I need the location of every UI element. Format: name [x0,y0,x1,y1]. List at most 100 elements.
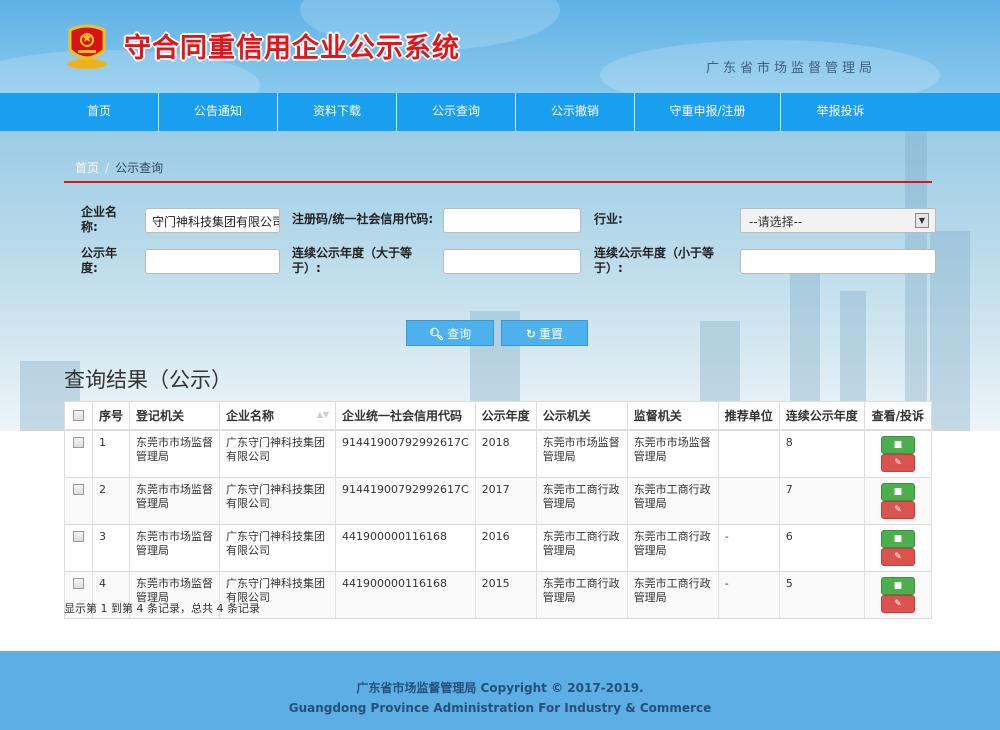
dropdown-arrow-icon[interactable]: ▼ [915,213,929,228]
complaint-button[interactable]: ✎ [880,547,915,566]
nav-item-downloads[interactable]: 资料下载 [278,93,397,131]
cell-recommender [717,429,780,478]
consecutive-max-input[interactable] [740,249,936,274]
cell-year: 2015 [474,570,537,619]
nav-item-public-revoke[interactable]: 公示撤销 [516,93,635,131]
breadcrumb-current: 公示查询 [115,161,164,175]
cell-company: 广东守门神科技集团有限公司 [219,476,337,525]
cell-code: 91441900792992617C [335,429,476,478]
col-header-year: 公示年度 [474,401,537,431]
view-button[interactable]: ■ [880,576,915,595]
cell-reg-org: 东莞市市场监督管理局 [129,476,221,525]
row-checkbox[interactable] [73,484,84,495]
reset-button-label: 重置 [539,327,564,341]
col-header-code: 企业统一社会信用代码 [335,401,476,431]
row-checkbox[interactable] [73,437,84,448]
credit-code-input[interactable] [443,208,581,233]
nav-item-notices[interactable]: 公告通知 [159,93,278,131]
site-footer: 广东省市场监督管理局 Copyright © 2017-2019. Guangd… [0,651,1000,730]
complaint-button[interactable]: ✎ [880,594,915,613]
cell-year: 2017 [474,476,537,525]
cell-pub-org: 东莞市工商行政管理局 [535,570,628,619]
user-card-icon: ■ [893,486,903,497]
cell-recommender: - [717,523,780,572]
cell-consecutive: 7 [778,476,865,525]
consecutive-min-input[interactable] [443,249,581,274]
cell-consecutive: 8 [778,429,865,478]
view-button[interactable]: ■ [880,529,915,548]
row-checkbox-cell [64,476,93,525]
cell-year: 2018 [474,429,537,478]
footer-copyright: 广东省市场监督管理局 Copyright © 2017-2019. [356,681,644,695]
cell-no: 1 [91,429,131,478]
results-title: 查询结果（公示） [64,368,232,392]
col-header-consecutive: 连续公示年度 [778,401,865,431]
cell-pub-org: 东莞市工商行政管理局 [535,476,628,525]
row-checkbox-cell [64,429,93,478]
search-button[interactable]: 🔍︎ 查询 [406,320,494,346]
user-card-icon: ■ [893,533,903,544]
col-header-company[interactable]: 企业名称 ▲▼ [219,401,337,431]
main-nav: 首页 公告通知 资料下载 公示查询 公示撤销 守重申报/注册 举报投诉 [0,93,1000,131]
row-checkbox[interactable] [73,531,84,542]
user-card-icon: ■ [893,580,903,591]
results-table: 序号 登记机关 企业名称 ▲▼ 企业统一社会信用代码 公示年度 公示机关 监督机关… [64,401,933,619]
table-row: 2 东莞市市场监督管理局 广东守门神科技集团有限公司 9144190079299261… [64,476,933,525]
divider-line [64,181,932,183]
row-checkbox[interactable] [73,578,84,589]
public-year-label: 公示年度: [81,246,118,275]
col-header-sup-org: 监督机关 [626,401,719,431]
select-all-header [64,401,93,431]
nav-item-report-complaint[interactable]: 举报投诉 [781,93,900,131]
site-header: 守合同重信用企业公示系统 广东省市场监督管理局 [0,0,1000,93]
cell-sup-org: 东莞市工商行政管理局 [626,523,719,572]
public-year-input[interactable] [145,249,280,274]
nav-item-apply-register[interactable]: 守重申报/注册 [635,93,781,131]
cell-sup-org: 东莞市工商行政管理局 [626,570,719,619]
refresh-icon: ↻ [525,327,537,341]
table-header-row: 序号 登记机关 企业名称 ▲▼ 企业统一社会信用代码 公示年度 公示机关 监督机关… [64,401,933,431]
consecutive-max-label: 连续公示年度（小于等于）: [594,246,715,275]
company-name-input[interactable]: 守门神科技集团有限公司 [145,208,280,233]
breadcrumb-home[interactable]: 首页 [75,161,99,175]
cell-company: 广东守门神科技集团有限公司 [219,429,337,478]
complaint-button[interactable]: ✎ [880,500,915,519]
cell-actions: ■✎ [863,429,933,478]
cell-recommender: - [717,570,780,619]
cell-recommender [717,476,780,525]
cell-actions: ■✎ [863,476,933,525]
cell-code: 441900000116168 [335,570,476,619]
footer-agency-en: Guangdong Province Administration For In… [288,701,712,715]
col-header-actions: 查看/投诉 [863,401,933,431]
pagination-summary: 显示第 1 到第 4 条记录，总共 4 条记录 [64,602,260,615]
complaint-button[interactable]: ✎ [880,453,915,472]
view-button[interactable]: ■ [880,482,915,501]
nav-item-home[interactable]: 首页 [40,93,159,131]
cell-pub-org: 东莞市市场监督管理局 [535,429,628,478]
breadcrumb-separator: / [105,161,110,175]
cell-sup-org: 东莞市工商行政管理局 [626,476,719,525]
cell-consecutive: 6 [778,523,865,572]
col-header-recommender: 推荐单位 [717,401,780,431]
national-emblem-icon [67,24,107,69]
cell-actions: ■✎ [863,523,933,572]
select-all-checkbox[interactable] [73,410,84,422]
cell-company: 广东守门神科技集团有限公司 [219,523,337,572]
view-button[interactable]: ■ [880,435,915,454]
reset-button[interactable]: ↻ 重置 [501,320,588,346]
industry-label: 行业: [594,212,623,226]
col-header-no: 序号 [91,401,131,431]
cell-actions: ■✎ [863,570,933,619]
sort-icon[interactable]: ▲▼ [317,410,329,419]
user-card-icon: ■ [893,439,903,450]
cell-consecutive: 5 [778,570,865,619]
nav-item-public-query[interactable]: 公示查询 [397,93,516,131]
edit-icon: ✎ [894,598,902,609]
breadcrumb: 首页 / 公示查询 [75,159,163,176]
edit-icon: ✎ [894,457,902,468]
col-header-company-label: 企业名称 [226,408,275,423]
col-header-reg-org: 登记机关 [129,401,221,431]
industry-select[interactable]: --请选择-- ▼ [740,208,936,233]
agency-name: 广东省市场监督管理局 [706,61,877,76]
consecutive-min-label: 连续公示年度（大于等于）: [292,246,413,275]
